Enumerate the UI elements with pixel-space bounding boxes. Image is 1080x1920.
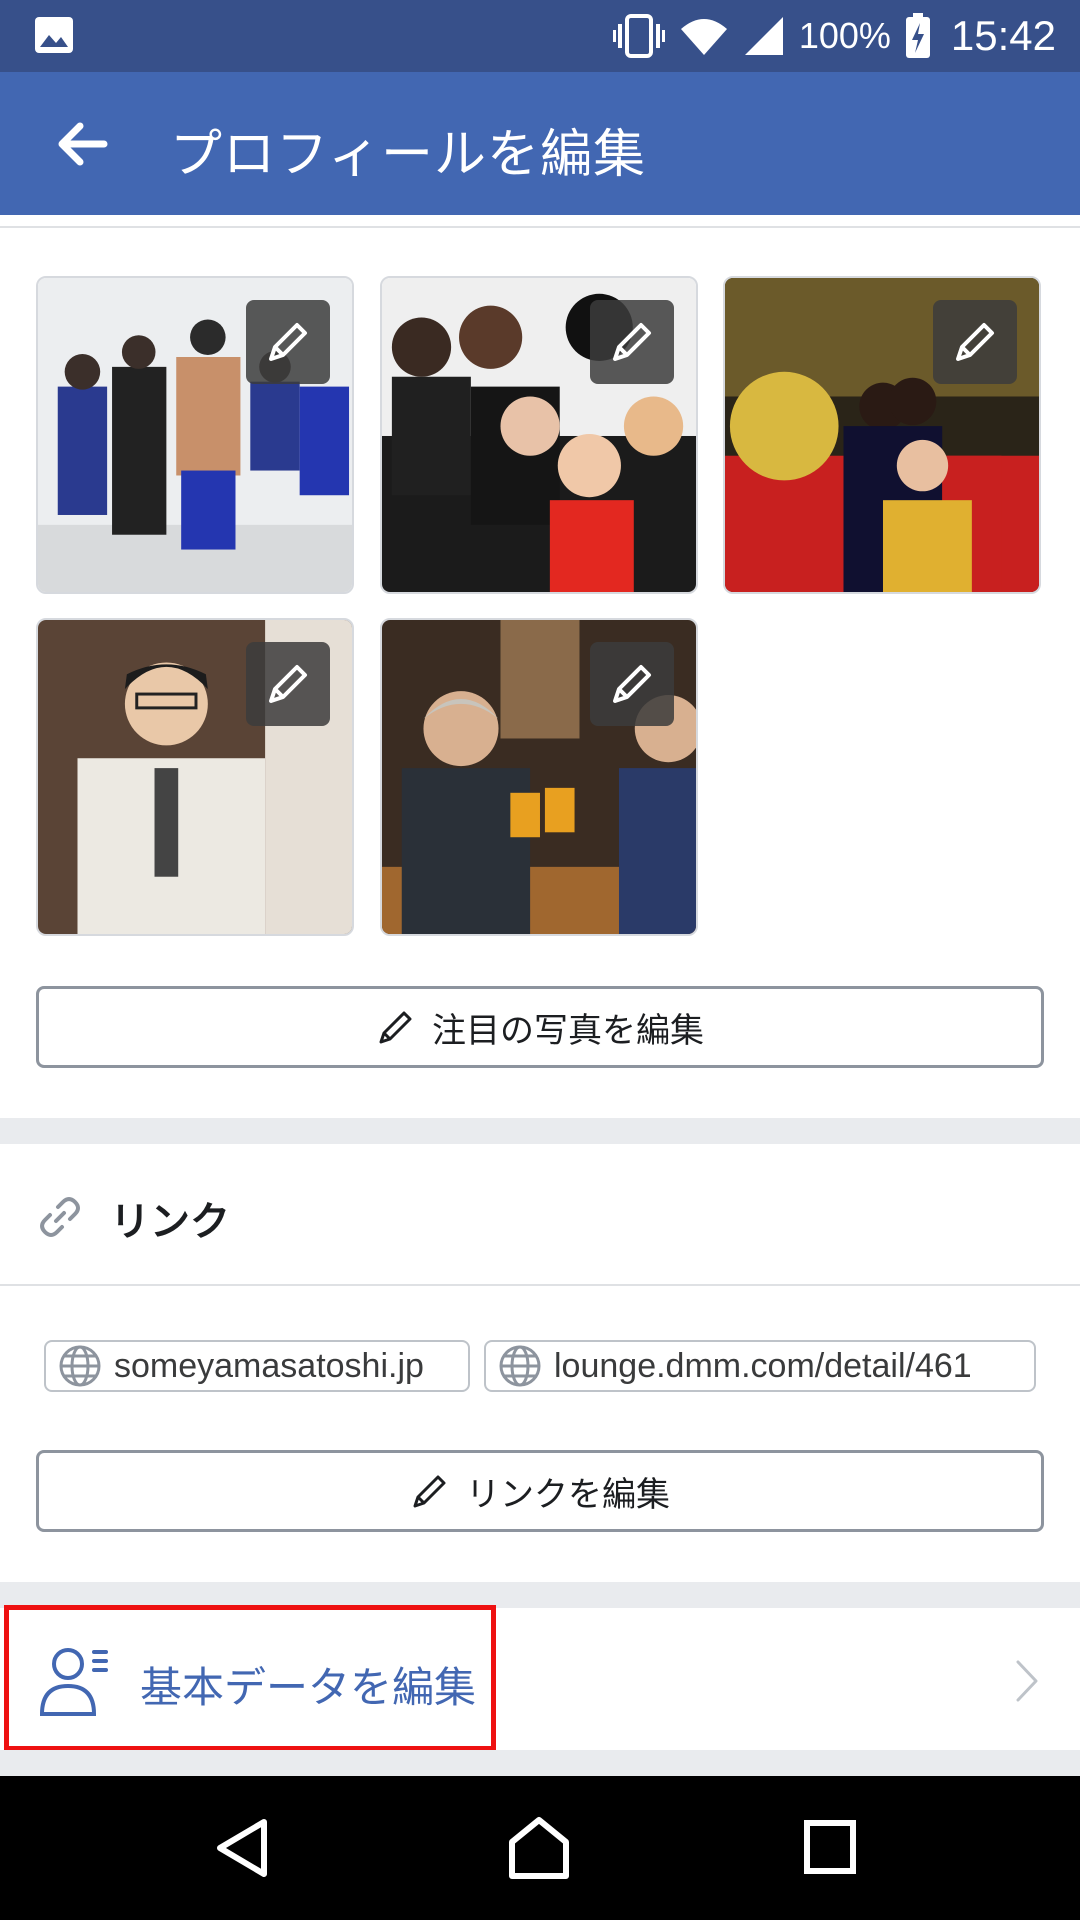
- featured-photo-1[interactable]: [36, 276, 354, 594]
- featured-photo-2[interactable]: [380, 276, 698, 594]
- divider: [0, 1284, 1080, 1286]
- links-header: リンク: [0, 1145, 1080, 1285]
- pencil-icon: [613, 665, 651, 703]
- battery-percent: 100%: [798, 15, 891, 56]
- featured-photo-4[interactable]: [36, 618, 354, 936]
- pencil-icon: [956, 323, 994, 361]
- vibrate-icon: [612, 14, 665, 58]
- pencil-icon: [379, 1011, 412, 1044]
- edit-photo-button[interactable]: [590, 642, 674, 726]
- edit-photo-button[interactable]: [246, 300, 330, 384]
- link-text: someyamasatoshi.jp: [114, 1346, 424, 1385]
- chevron-right-icon: [1016, 1660, 1038, 1702]
- edit-photo-button[interactable]: [246, 642, 330, 726]
- edit-photo-button[interactable]: [933, 300, 1017, 384]
- pencil-icon: [269, 323, 307, 361]
- app-bar: プロフィールを編集: [0, 72, 1080, 215]
- globe-icon: [499, 1345, 541, 1387]
- globe-icon: [59, 1345, 101, 1387]
- signal-icon: [744, 17, 783, 55]
- link-chip-2[interactable]: lounge.dmm.com/detail/461: [484, 1340, 1036, 1392]
- system-nav-bar: [0, 1776, 1080, 1920]
- link-chip-1[interactable]: someyamasatoshi.jp: [44, 1340, 470, 1392]
- edit-photo-button[interactable]: [590, 300, 674, 384]
- pencil-icon: [269, 665, 307, 703]
- status-bar: 100% 15:42: [0, 0, 1080, 72]
- edit-featured-photos-label: 注目の写真を編集: [432, 1010, 704, 1051]
- section-separator: [0, 1750, 1080, 1776]
- featured-photo-5[interactable]: [380, 618, 698, 936]
- nav-recents-icon[interactable]: [804, 1820, 856, 1874]
- links-title: リンク: [110, 1199, 230, 1245]
- pencil-icon: [613, 323, 651, 361]
- battery-charging-icon: [905, 13, 930, 58]
- page-title: プロフィールを編集: [170, 125, 646, 185]
- nav-home-icon[interactable]: [506, 1816, 572, 1880]
- edit-featured-photos-button[interactable]: 注目の写真を編集: [36, 986, 1044, 1068]
- nav-back-icon[interactable]: [212, 1816, 272, 1880]
- link-icon: [40, 1197, 80, 1237]
- section-separator: [0, 1118, 1080, 1144]
- highlight-box: [4, 1605, 496, 1751]
- back-arrow-icon[interactable]: [52, 114, 112, 174]
- link-text: lounge.dmm.com/detail/461: [554, 1346, 972, 1385]
- divider: [0, 226, 1080, 228]
- edit-links-label: リンクを編集: [466, 1474, 670, 1515]
- featured-photo-3[interactable]: [723, 276, 1041, 594]
- pencil-icon: [413, 1475, 446, 1508]
- image-icon: [35, 17, 73, 53]
- clock: 15:42: [950, 12, 1056, 59]
- wifi-icon: [680, 19, 727, 55]
- edit-links-button[interactable]: リンクを編集: [36, 1450, 1044, 1532]
